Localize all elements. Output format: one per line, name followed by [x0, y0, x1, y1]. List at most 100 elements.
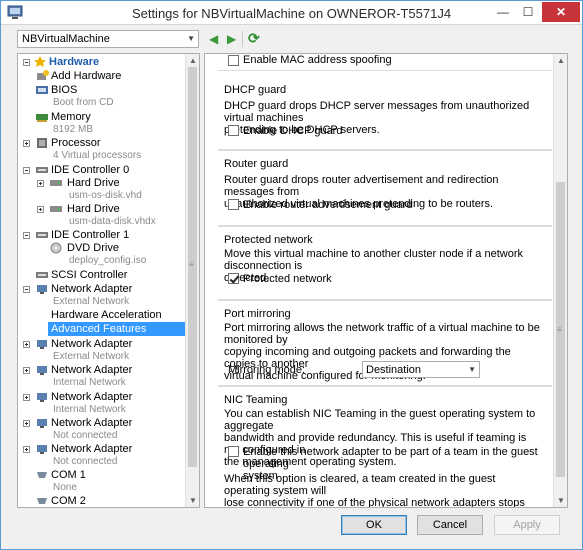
processor-icon	[37, 138, 47, 148]
expand-icon[interactable]	[23, 394, 30, 401]
network-adapter-icon	[37, 445, 47, 454]
scroll-up-icon[interactable]: ▲	[557, 56, 565, 65]
cancel-button[interactable]: Cancel	[417, 515, 483, 535]
tree-item-label: DVD Drive	[67, 242, 119, 254]
expand-icon[interactable]	[23, 446, 30, 453]
network-adapter-icon	[37, 285, 47, 294]
expand-icon[interactable]	[23, 341, 30, 348]
expand-icon[interactable]	[23, 367, 30, 374]
network-adapter-icon	[37, 419, 47, 428]
tree-item-detail: Not connected	[53, 456, 118, 467]
tree-item-advanced-features[interactable]: Advanced Features	[48, 322, 186, 336]
com-port-icon	[37, 498, 47, 504]
tree-item-detail: deploy_config.iso	[69, 255, 147, 266]
tree-item-detail: Internal Network	[53, 377, 126, 388]
chevron-down-icon: ▼	[187, 34, 195, 43]
tree-item-label: Network Adapter	[51, 391, 133, 403]
add-hardware-icon	[37, 70, 49, 80]
bios-icon	[36, 86, 48, 94]
tree-item-label: Network Adapter	[51, 283, 133, 295]
group-title: Protected network	[224, 234, 313, 246]
dhcp-guard-checkbox[interactable]	[228, 125, 239, 136]
tree-item-detail: Boot from CD	[53, 97, 114, 108]
tree-scrollbar[interactable]: ▲ ≡ ▼	[185, 54, 199, 507]
title-bar: Settings for NBVirtualMachine on OWNEROR…	[1, 1, 582, 25]
forward-arrow-icon[interactable]: ▶	[227, 32, 236, 46]
port-mirroring-group: Port mirroring Port mirroring allows the…	[218, 300, 552, 386]
ok-button[interactable]: OK	[341, 515, 407, 535]
tree-item-label: COM 1	[51, 469, 86, 481]
tree-section-label: Hardware	[49, 56, 100, 68]
tree-item-label: Network Adapter	[51, 443, 133, 455]
expand-icon[interactable]	[37, 180, 44, 187]
tree-item-label: Hard Drive	[67, 177, 120, 189]
protected-network-group: Protected network Move this virtual mach…	[218, 226, 552, 300]
divider	[218, 70, 552, 71]
tree-section-hardware[interactable]: Hardware	[20, 56, 186, 69]
apply-button[interactable]: Apply	[494, 515, 560, 535]
refresh-icon[interactable]: ⟳	[248, 30, 260, 47]
tree-item-label: Processor	[51, 137, 101, 149]
hard-drive-icon	[50, 180, 62, 186]
toolbar-divider	[242, 31, 243, 47]
mac-spoofing-label: Enable MAC address spoofing	[243, 54, 392, 66]
group-title: NIC Teaming	[224, 394, 288, 406]
com-port-icon	[37, 472, 47, 478]
dhcp-guard-group: DHCP guard DHCP guard drops DHCP server …	[218, 80, 552, 150]
maximize-button[interactable]: ☐	[517, 2, 539, 22]
tree-item-label: Hardware Acceleration	[51, 309, 162, 321]
protected-network-checkbox[interactable]	[228, 273, 239, 284]
tree-item-label: Memory	[51, 111, 91, 123]
back-arrow-icon[interactable]: ◀	[209, 32, 218, 46]
network-adapter-icon	[37, 366, 47, 375]
vm-selector[interactable]: NBVirtualMachine ▼	[17, 30, 199, 48]
settings-scrollbar[interactable]: ▲ ≡ ▼	[553, 54, 567, 507]
tree-item-label: Add Hardware	[51, 70, 122, 82]
collapse-icon[interactable]	[23, 167, 30, 174]
mirroring-mode-select[interactable]: Destination ▼	[362, 361, 480, 378]
tree-item-detail: External Network	[53, 351, 130, 362]
router-guard-checkbox[interactable]	[228, 199, 239, 210]
tree-item-label: BIOS	[51, 84, 78, 96]
tree-item-detail: None	[53, 482, 77, 493]
minimize-button[interactable]: —	[491, 2, 515, 22]
protected-network-label: Protected network	[243, 273, 332, 285]
collapse-icon[interactable]	[23, 59, 30, 66]
dhcp-guard-label: Enable DHCP guard	[243, 125, 343, 137]
star-icon	[34, 56, 46, 67]
expand-icon[interactable]	[23, 420, 30, 427]
hard-drive-icon	[50, 206, 62, 212]
tree-item-label: SCSI Controller	[51, 269, 128, 281]
network-adapter-icon	[37, 393, 47, 402]
scroll-down-icon[interactable]: ▼	[189, 496, 197, 505]
dvd-drive-icon	[50, 242, 62, 254]
scroll-up-icon[interactable]: ▲	[189, 56, 197, 65]
mac-spoofing-checkbox[interactable]	[228, 55, 239, 66]
tree-item-detail: usm-os-disk.vhd	[69, 190, 142, 201]
collapse-icon[interactable]	[23, 232, 30, 239]
collapse-icon[interactable]	[23, 286, 30, 293]
tree-item-detail: usm-data-disk.vhdx	[69, 216, 156, 227]
tree-item-label: Network Adapter	[51, 417, 133, 429]
nic-teaming-group: NIC Teaming You can establish NIC Teamin…	[218, 386, 552, 508]
controller-icon	[36, 167, 48, 173]
router-guard-group: Router guard Router guard drops router a…	[218, 150, 552, 226]
tree-item-detail: 4 Virtual processors	[53, 150, 142, 161]
nic-teaming-note: When this option is cleared, a team crea…	[224, 473, 525, 508]
scroll-down-icon[interactable]: ▼	[557, 496, 565, 505]
network-adapter-icon	[37, 340, 47, 349]
hardware-tree[interactable]: Hardware Add Hardware BIOS Boot from CD …	[17, 53, 200, 508]
chevron-down-icon: ▼	[468, 365, 476, 374]
tree-item-label: IDE Controller 1	[51, 229, 130, 241]
controller-icon	[36, 232, 48, 238]
tree-item-detail: External Network	[53, 296, 130, 307]
nic-teaming-checkbox[interactable]	[228, 446, 239, 457]
mirroring-mode-label: Mirroring mode:	[228, 364, 306, 376]
tree-item-label: Network Adapter	[51, 364, 133, 376]
settings-window: Settings for NBVirtualMachine on OWNEROR…	[0, 0, 583, 550]
expand-icon[interactable]	[37, 206, 44, 213]
close-button[interactable]: ✕	[542, 2, 580, 22]
expand-icon[interactable]	[23, 140, 30, 147]
group-title: Router guard	[224, 158, 289, 170]
tree-item-hardware-acceleration[interactable]: Hardware Acceleration	[18, 309, 186, 322]
